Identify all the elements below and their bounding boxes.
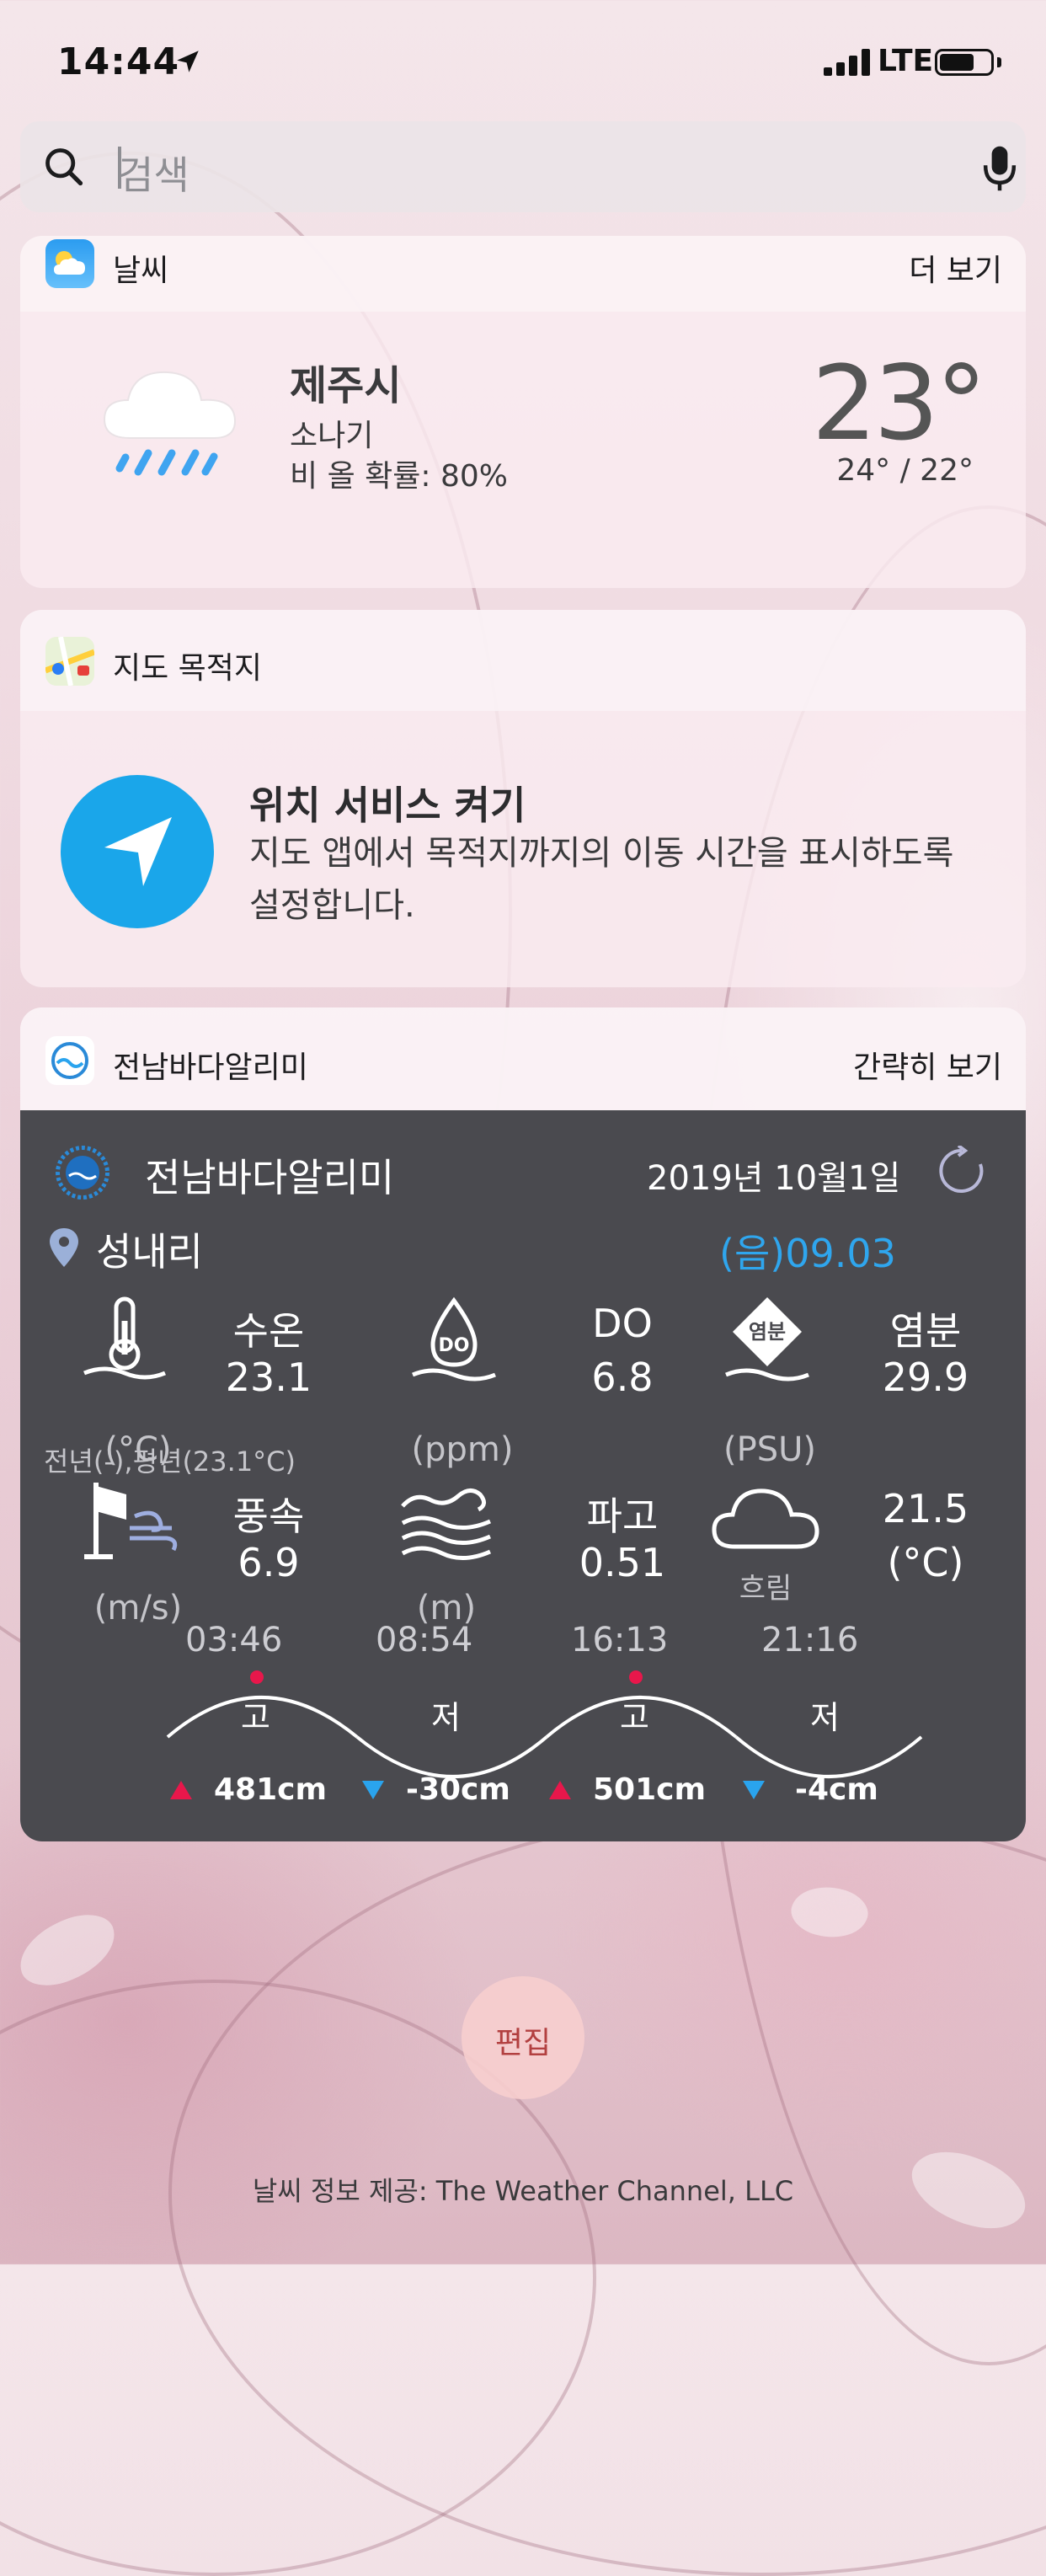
sea-app-name: 전남바다알리미	[145, 1155, 395, 1200]
weather-widget-body: 제주시 소나기 비 올 확률: 80% 23° 24° / 22°	[20, 236, 1026, 588]
tide-type-2: 저	[431, 1699, 461, 1736]
weather-attribution[interactable]: 날씨 정보 제공: The Weather Channel, LLC	[0, 2170, 1046, 2209]
sea-alert-widget[interactable]: 전남바다알리미 2019년 10월1일 성내리 (음)09.03 (°C) 수온…	[20, 1007, 1026, 1841]
sea-date: 2019년 10월1일	[647, 1159, 901, 1198]
do-icon-text: DO	[439, 1335, 470, 1356]
tide-down-triangle-icon	[362, 1781, 384, 1799]
status-bar: 14:44 LTE	[0, 0, 1046, 126]
wind-icon	[84, 1483, 178, 1559]
search-field[interactable]: 검색	[20, 121, 1026, 212]
battery-icon	[935, 49, 994, 76]
sea-widget-title: 전남바다알리미	[113, 1050, 308, 1085]
wave-label: 파고	[586, 1494, 659, 1539]
cloud-icon	[712, 1488, 819, 1549]
sea-widget-app-icon	[45, 1036, 94, 1085]
do-label: DO	[592, 1301, 653, 1346]
salinity-unit: (PSU)	[723, 1430, 816, 1469]
tide-time-4: 21:16	[761, 1621, 859, 1659]
tide-time-1: 03:46	[185, 1621, 283, 1659]
salinity-value: 29.9	[882, 1355, 969, 1400]
sea-show-less-button[interactable]: 간략히 보기	[853, 1043, 1002, 1087]
sea-widget-header: 전남바다알리미 간략히 보기	[20, 1024, 1026, 1095]
wave-value: 0.51	[579, 1540, 666, 1585]
battery-cap	[997, 57, 1001, 67]
maps-widget-header: 지도 목적지	[20, 625, 1026, 696]
maps-widget-title: 지도 목적지	[113, 651, 263, 686]
air-temp-value: 21.5	[882, 1486, 969, 1531]
weather-high-low: 24° / 22°	[836, 453, 974, 488]
wind-value: 6.9	[237, 1540, 300, 1585]
location-pin-icon	[50, 1228, 78, 1267]
tide-up-triangle-icon	[549, 1781, 571, 1799]
network-type: LTE	[878, 44, 934, 78]
weather-rain-chance: 비 올 확률: 80%	[290, 459, 508, 494]
wave-icon	[401, 1488, 492, 1560]
sea-place: 성내리	[96, 1229, 203, 1275]
salinity-icon-text: 염분	[749, 1320, 786, 1344]
tide-value-1: 481cm	[214, 1772, 327, 1807]
rain-cloud-icon	[103, 371, 237, 476]
tide-value-4: -4cm	[795, 1772, 878, 1807]
microphone-icon[interactable]	[980, 143, 1019, 194]
tide-high-marker	[629, 1670, 643, 1684]
air-temp-unit: (°C)	[887, 1540, 964, 1585]
edit-button-label: 편집	[494, 2026, 552, 2060]
tide-time-2: 08:54	[376, 1621, 473, 1659]
tide-type-3: 고	[620, 1699, 649, 1736]
water-temp-label: 수온	[232, 1308, 305, 1354]
tide-down-triangle-icon	[743, 1781, 765, 1799]
edit-button[interactable]: 편집	[462, 1976, 584, 2099]
weather-state-label: 흐림	[739, 1572, 793, 1606]
salinity-icon: 염분	[725, 1297, 809, 1382]
search-icon	[45, 148, 83, 186]
tide-type-4: 저	[810, 1699, 840, 1736]
dissolved-oxygen-icon: DO	[412, 1296, 496, 1382]
sea-app-logo	[56, 1146, 109, 1200]
tide-up-triangle-icon	[170, 1781, 192, 1799]
cellular-signal-icon	[824, 49, 870, 76]
search-placeholder: 검색	[118, 152, 189, 198]
thermometer-icon	[83, 1296, 166, 1380]
salinity-label: 염분	[889, 1308, 962, 1354]
tide-time-3: 16:13	[571, 1621, 669, 1659]
weather-condition: 소나기	[290, 419, 374, 453]
tide-value-2: -30cm	[406, 1772, 510, 1807]
maps-heading: 위치 서비스 켜기	[249, 783, 526, 828]
weather-city: 제주시	[290, 362, 402, 409]
tide-type-1: 고	[241, 1699, 270, 1736]
location-services-icon	[61, 775, 214, 928]
weather-temperature: 23°	[811, 344, 987, 463]
tide-high-marker	[250, 1670, 264, 1684]
lunar-date: (음)09.03	[719, 1231, 896, 1276]
refresh-icon[interactable]	[937, 1146, 987, 1196]
maps-body: 지도 앱에서 목적지까지의 이동 시간을 표시하도록 설정합니다.	[249, 834, 954, 925]
status-time: 14:44	[57, 40, 180, 83]
do-value: 6.8	[591, 1355, 654, 1400]
sea-info-panel: 전남바다알리미 2019년 10월1일 성내리 (음)09.03 (°C) 수온…	[20, 1110, 1026, 1841]
maps-app-icon	[45, 637, 94, 686]
tide-value-3: 501cm	[593, 1772, 706, 1807]
location-arrow-icon	[177, 51, 199, 72]
water-temp-value: 23.1	[225, 1355, 312, 1400]
do-unit: (ppm)	[411, 1430, 514, 1469]
wind-label: 풍속	[232, 1494, 305, 1539]
